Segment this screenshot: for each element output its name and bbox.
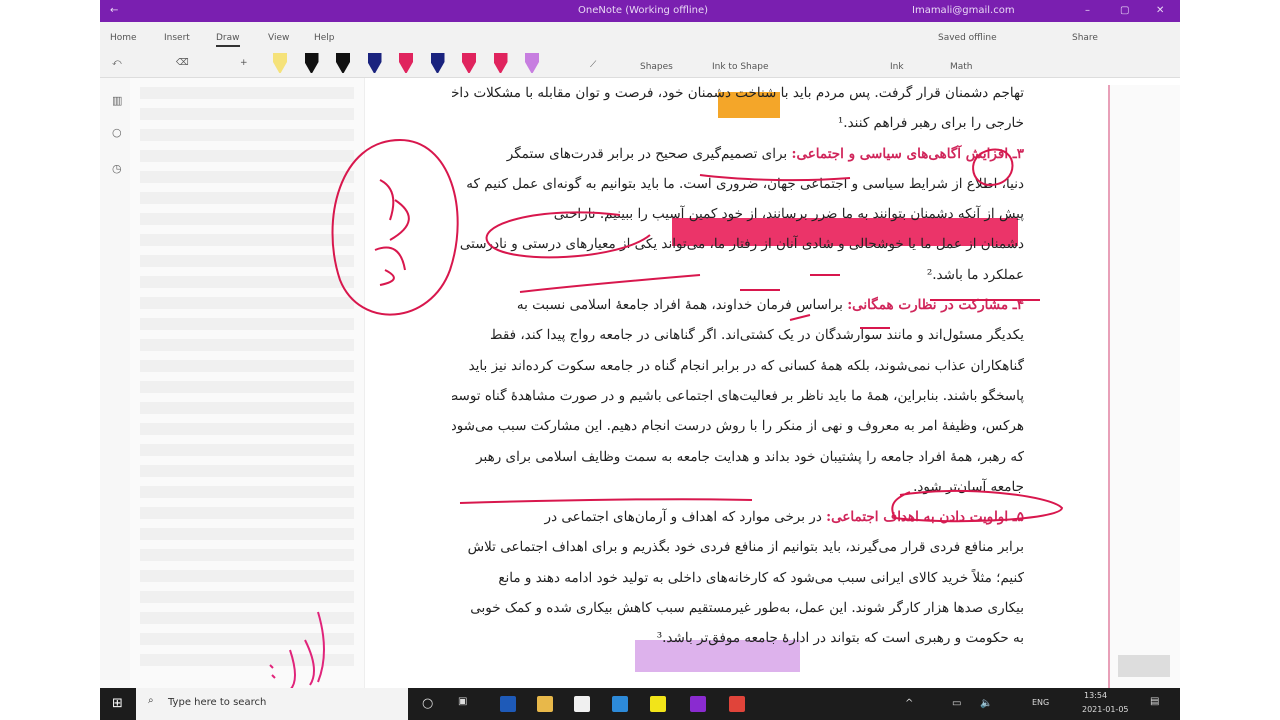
onenote-icon[interactable] (690, 696, 706, 712)
text-line: ۵ـ اولویت دادن به اهداف اجتماعی: در برخی… (452, 502, 1024, 532)
line-text: به حکومت و رهبری است که بتواند در ادارهٔ… (656, 630, 1024, 647)
text-line: به حکومت و رهبری است که بتواند در ادارهٔ… (452, 623, 1024, 653)
line-text: جامعه آسان‌تر شود. (913, 478, 1024, 495)
text-line: یکدیگر مسئول‌اند و مانند سوارشدگان در یک… (452, 320, 1024, 350)
clock-time[interactable]: 13:54 (1084, 691, 1107, 700)
text-line: پیش از آنکه دشمنان بتوانند به ما ضرر برس… (452, 199, 1024, 229)
text-line: پاسخگو باشند. بنابراین، همهٔ ما باید ناظ… (452, 381, 1024, 411)
line-text: دشمنان از عمل ما یا خوشحالی و شادی آنان … (459, 236, 1024, 253)
text-line: خارجی را برای رهبر فراهم کنند.¹ (452, 108, 1024, 138)
line-text: بیکاری صدها هزار کارگر شوند. این عمل، به… (470, 600, 1024, 617)
search-placeholder: Type here to search (168, 697, 267, 708)
text-line: کنیم؛ مثلاً خرید کالای ایرانی سبب می‌شود… (452, 563, 1024, 593)
task-view-icon[interactable]: ▣ (458, 696, 467, 707)
text-line: جامعه آسان‌تر شود. (452, 472, 1024, 502)
tray-chevron-icon[interactable]: ^ (905, 698, 913, 709)
text-line: ۳ـ افزایش آگاهی‌های سیاسی و اجتماعی: برا… (452, 139, 1024, 169)
notifications-icon[interactable]: ▤ (1150, 696, 1159, 707)
text-line: تهاجم دشمنان قرار گرفت. پس مردم باید با … (452, 78, 1024, 108)
line-text: یکدیگر مسئول‌اند و مانند سوارشدگان در یک… (490, 327, 1024, 344)
section-heading: ۳ـ افزایش آگاهی‌های سیاسی و اجتماعی: (791, 145, 1024, 162)
taskbar-search[interactable]: ⌕ Type here to search (136, 688, 408, 720)
text-line: دنیا، اطلاع از شرایط سیاسی و اجتماعی جها… (452, 169, 1024, 199)
line-text: دنیا، اطلاع از شرایط سیاسی و اجتماعی جها… (466, 175, 1024, 192)
network-icon[interactable]: ▭ (952, 698, 961, 709)
text-line: ۴ـ مشارکت در نظارت همگانی: براساس فرمان … (452, 290, 1024, 320)
start-icon[interactable]: ⊞ (112, 696, 123, 711)
line-text: کنیم؛ مثلاً خرید کالای ایرانی سبب می‌شود… (498, 569, 1024, 586)
text-line: بیکاری صدها هزار کارگر شوند. این عمل، به… (452, 593, 1024, 623)
text-line: هرکس، وظیفهٔ امر به معروف و نهی از منکر … (452, 411, 1024, 441)
line-text: در برخی موارد که اهداف و آرمان‌های اجتما… (544, 509, 827, 526)
line-text: برای تصمیم‌گیری صحیح در برابر قدرت‌های س… (506, 145, 792, 162)
cortana-icon[interactable]: ○ (422, 696, 433, 711)
file-explorer-icon[interactable] (537, 696, 553, 712)
text-line: عملکرد ما باشد.² (452, 260, 1024, 290)
clock-date[interactable]: 2021-01-05 (1082, 705, 1129, 714)
section-heading: ۴ـ مشارکت در نظارت همگانی: (847, 297, 1024, 314)
text-line: که رهبر، همهٔ افراد جامعه را پشتیبان خود… (452, 442, 1024, 472)
sticky-notes-icon[interactable] (650, 696, 666, 712)
line-text: برابر منافع فردی قرار می‌گیرند، باید بتو… (467, 539, 1024, 556)
section-heading: ۵ـ اولویت دادن به اهداف اجتماعی: (826, 509, 1024, 526)
mail-icon[interactable] (612, 696, 628, 712)
line-text: خارجی را برای رهبر فراهم کنند.¹ (837, 115, 1024, 132)
text-line: برابر منافع فردی قرار می‌گیرند، باید بتو… (452, 532, 1024, 562)
line-text: تهاجم دشمنان قرار گرفت. پس مردم باید با … (452, 85, 1024, 101)
line-text: عملکرد ما باشد.² (926, 266, 1024, 283)
line-text: گناهکاران عذاب نمی‌شوند، بلکه همهٔ کسانی… (468, 357, 1024, 374)
taskbar: ⊞ ⌕ Type here to search ○ ▣ ^ ▭ 🔈 ENG 13… (100, 688, 1180, 720)
line-text: پیش از آنکه دشمنان بتوانند به ما ضرر برس… (553, 206, 1024, 223)
line-text: پاسخگو باشند. بنابراین، همهٔ ما باید ناظ… (452, 387, 1024, 404)
volume-icon[interactable]: 🔈 (980, 698, 992, 709)
text-line: دشمنان از عمل ما یا خوشحالی و شادی آنان … (452, 229, 1024, 259)
line-text: براساس فرمان خداوند، همهٔ افراد جامعهٔ ا… (516, 297, 848, 314)
language-indicator[interactable]: ENG (1032, 698, 1049, 707)
app-icon[interactable] (729, 696, 745, 712)
search-icon: ⌕ (148, 695, 154, 706)
line-text: هرکس، وظیفهٔ امر به معروف و نهی از منکر … (452, 418, 1024, 435)
text-line: گناهکاران عذاب نمی‌شوند، بلکه همهٔ کسانی… (452, 351, 1024, 381)
line-text: که رهبر، همهٔ افراد جامعه را پشتیبان خود… (476, 448, 1024, 465)
document-content: تهاجم دشمنان قرار گرفت. پس مردم باید با … (452, 78, 1024, 654)
edge-icon[interactable] (500, 696, 516, 712)
store-icon[interactable] (574, 696, 590, 712)
